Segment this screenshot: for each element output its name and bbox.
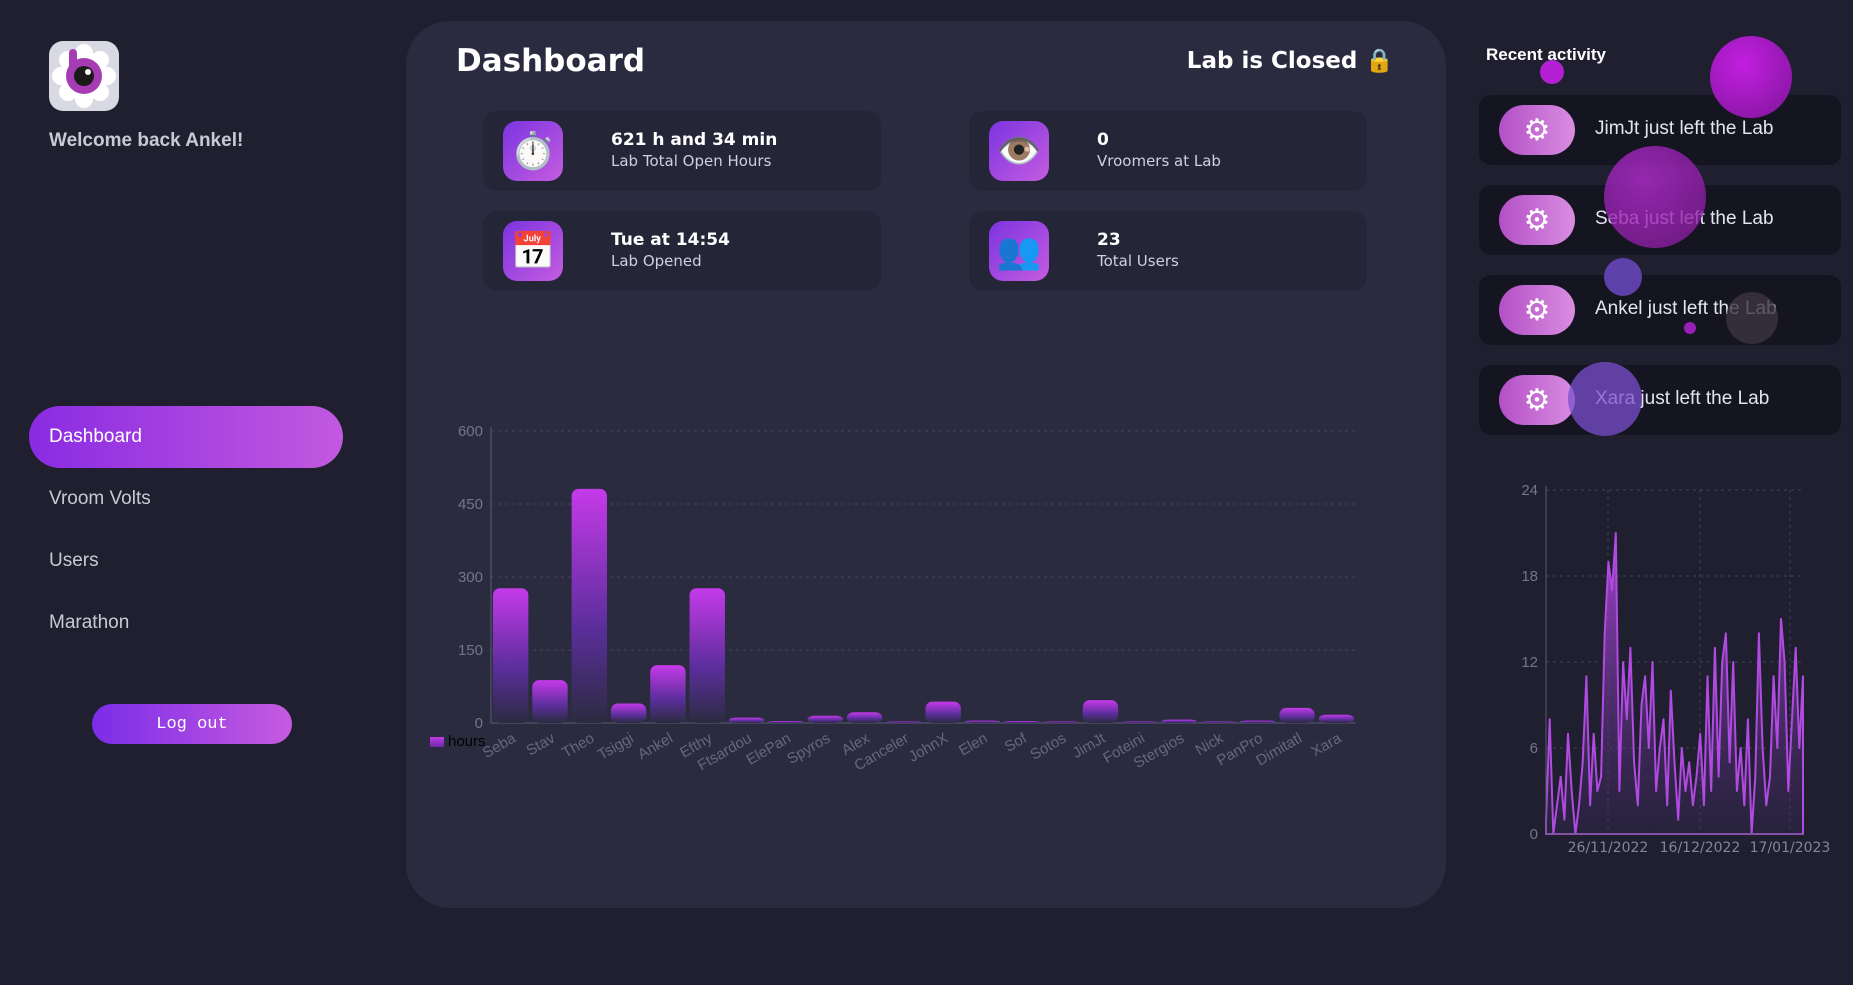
sidebar: Welcome back Ankel! Dashboard Vroom Volt… [0,0,380,985]
nav-item-dashboard[interactable]: Dashboard [29,406,343,468]
stat-card-total-users: 👥 23 Total Users [969,211,1367,291]
activity-item[interactable]: ⚙ Seba just left the Lab [1479,185,1841,255]
users-icon: 👥 [989,221,1049,281]
lab-status: Lab is Closed 🔒 [1186,48,1394,74]
avatar: ⚙ [1499,195,1575,245]
activity-text: Xara just left the Lab [1595,388,1770,409]
activity-area-chart: 0 6 12 18 24 26/11/2022 16/12/2022 17/01/2023 [1521,482,1831,856]
avatar: ⚙ [1499,375,1575,425]
y-tick-label: 0 [475,715,483,732]
x-tick-label: JohnX [906,730,951,766]
bar [650,665,686,723]
bar [1200,721,1237,723]
bar [1279,707,1315,723]
x-tick-label: Ankel [635,730,676,763]
activity-text: Seba just left the Lab [1595,208,1774,229]
gear-eye-icon: ⚙ [1523,203,1551,237]
stat-value: Tue at 14:54 [611,230,730,250]
x-tick-label: Sotos [1027,730,1069,764]
x-tick-label: Sof [1002,729,1031,755]
x-tick-label: Stav [523,729,558,759]
activity-item[interactable]: ⚙ JimJt just left the Lab [1479,95,1841,165]
stopwatch-icon: ⏱️ [503,121,563,181]
calendar-icon: 📅 [503,221,563,281]
bar [1043,721,1079,723]
bar [689,588,725,723]
y-tick-label: 300 [458,569,483,586]
nav-item-marathon[interactable]: Marathon [29,592,343,654]
bar [1161,719,1197,723]
activity-series-area [1545,532,1804,835]
bar [807,715,843,723]
avatar: ⚙ [1499,285,1575,335]
bar [886,721,922,723]
nav-item-users[interactable]: Users [29,530,343,592]
x-tick-label: Tsiggi [595,730,637,764]
y-tick-label: 600 [458,423,483,440]
stat-value: 621 h and 34 min [611,130,778,150]
bar [1004,721,1040,723]
eye-icon: 👁️ [989,121,1049,181]
bar [571,488,607,723]
y-tick-label: 24 [1521,482,1538,499]
activity-item[interactable]: ⚙ Ankel just left the Lab [1479,275,1841,345]
x-tick-label: Theo [559,730,597,762]
main-nav: Dashboard Vroom Volts Users Marathon [29,406,343,654]
x-tick-label: ElePan [743,730,793,769]
logout-button[interactable]: Log out [92,704,292,744]
gear-eye-icon: ⚙ [1523,293,1551,327]
nav-item-vroom-volts[interactable]: Vroom Volts [29,468,343,530]
chart-legend[interactable]: hours [430,733,486,750]
bar [1082,700,1119,723]
bar [768,721,804,723]
recent-activity-title: Recent activity [1486,45,1606,64]
bar [925,701,961,723]
stat-label: Total Users [1097,252,1179,270]
page-title: Dashboard [456,43,646,79]
bar [1122,721,1158,723]
legend-label: hours [448,733,486,750]
stat-card-open-hours: ⏱️ 621 h and 34 min Lab Total Open Hours [483,111,881,191]
y-tick-label: 6 [1530,740,1538,757]
stat-label: Lab Total Open Hours [611,152,772,170]
stat-card-lab-opened: 📅 Tue at 14:54 Lab Opened [483,211,881,291]
activity-item[interactable]: ⚙ Xara just left the Lab [1479,365,1841,435]
activity-text: Ankel just left the Lab [1595,298,1777,319]
y-tick-label: 450 [458,496,483,513]
x-tick-label: 17/01/2023 [1750,840,1831,856]
x-tick-label: 16/12/2022 [1660,840,1741,856]
hours-bar-chart: 0150300450600Seba Stav TheoTsiggiAnkel Efth… [458,423,1356,774]
bar [846,712,883,723]
welcome-message: Welcome back Ankel! [49,130,244,151]
gear-eye-icon: ⚙ [1523,383,1551,417]
y-tick-label: 18 [1521,568,1538,585]
bar [610,703,647,723]
avatar: ⚙ [1499,105,1575,155]
bar [728,717,765,723]
bar [1318,714,1355,723]
y-tick-label: 12 [1521,654,1538,671]
y-tick-label: 150 [458,642,483,659]
gear-eye-icon: ⚙ [1523,113,1551,147]
legend-swatch [430,736,444,747]
x-tick-label: Spyros [784,730,833,768]
x-tick-label: Xara [1308,729,1345,760]
app-logo [49,41,119,111]
stat-label: Lab Opened [611,252,702,270]
x-tick-label: Elen [956,730,991,760]
stat-value: 23 [1097,230,1121,250]
stat-label: Vroomers at Lab [1097,152,1221,170]
bar [964,720,1001,723]
bar [532,680,568,723]
stat-card-vroomers: 👁️ 0 Vroomers at Lab [969,111,1367,191]
x-tick-label: Seba [480,729,519,762]
x-tick-label: Dimitatl [1253,730,1305,770]
dashboard-panel: Dashboard Lab is Closed 🔒 ⏱️ 621 h and 3… [406,21,1446,908]
bar [1240,720,1276,723]
y-tick-label: 0 [1530,826,1538,843]
stat-value: 0 [1097,130,1109,150]
x-tick-label: 26/11/2022 [1568,840,1649,856]
activity-text: JimJt just left the Lab [1595,118,1774,139]
bar [492,588,529,723]
